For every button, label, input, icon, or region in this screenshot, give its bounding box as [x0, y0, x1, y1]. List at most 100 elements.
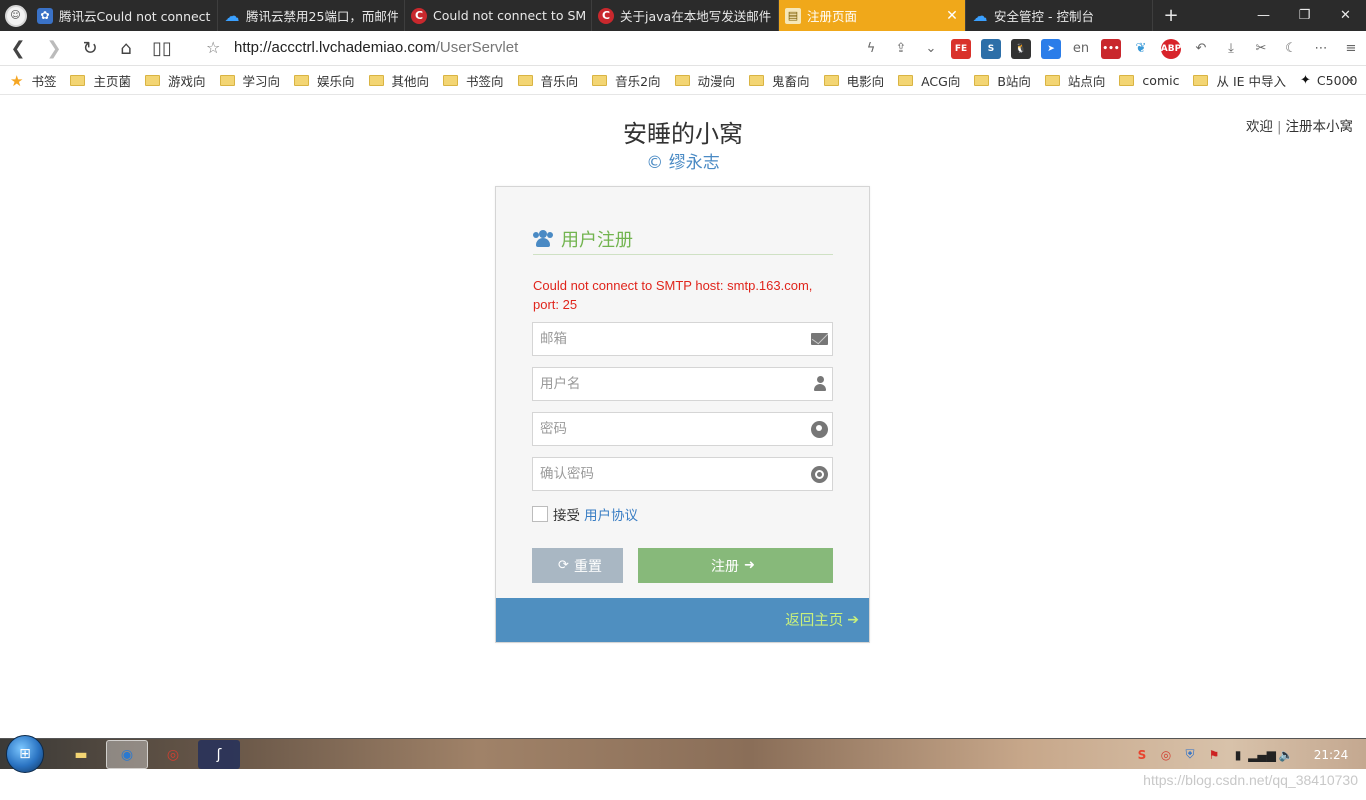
restore-icon[interactable]: ❐ — [1284, 0, 1325, 31]
reset-button[interactable]: ⟳ 重置 — [532, 548, 623, 583]
address-bar: ❮ ❯ ↻ ⌂ ▯▯ ☆ http://accctrl.lvchademiao.… — [0, 31, 1366, 66]
tab-2[interactable]: ☁ 腾讯云禁用25端口，而邮件 — [218, 0, 405, 31]
scissors-icon[interactable]: ✂ — [1246, 31, 1276, 66]
download-icon[interactable]: ⤓ — [1216, 31, 1246, 66]
agree-checkbox[interactable] — [532, 506, 548, 522]
tab-5-active[interactable]: ▤ 注册页面 ✕ — [779, 0, 966, 31]
url-host: http://accctrl.lvchademiao.com — [234, 39, 436, 56]
shield-icon[interactable]: ⛨ — [1178, 739, 1202, 770]
bookmark-folder[interactable]: 电影向 — [823, 71, 885, 90]
menu-icon[interactable]: ≡ — [1336, 31, 1366, 66]
bookmark-folder[interactable]: 其他向 — [368, 71, 429, 90]
close-window-icon[interactable]: ✕ — [1325, 0, 1366, 31]
tab-3[interactable]: C Could not connect to SM — [405, 0, 592, 31]
usb-icon[interactable]: ▮ — [1226, 739, 1250, 770]
more-icon[interactable]: ⋯ — [1306, 31, 1336, 66]
bookmarks-more-button[interactable]: » — [1346, 73, 1354, 88]
s-extension-icon[interactable]: S — [976, 31, 1006, 66]
lightning-icon[interactable]: ϟ — [856, 31, 886, 66]
forward-icon[interactable]: ❯ — [36, 31, 72, 66]
email-input[interactable] — [533, 323, 832, 355]
folder-icon — [144, 75, 160, 86]
blue-arrow-extension-icon[interactable]: ➤ — [1036, 31, 1066, 66]
folder-icon — [517, 75, 533, 86]
bookmark-folder[interactable]: 主页菌 — [70, 71, 131, 90]
bookmark-folder[interactable]: 从 IE 中导入 — [1193, 71, 1286, 90]
adblock-icon[interactable]: ABP — [1156, 31, 1186, 66]
chevron-down-icon[interactable]: ⌄ — [916, 31, 946, 66]
url-field[interactable]: http://accctrl.lvchademiao.com/UserServl… — [234, 39, 518, 56]
bookmark-folder[interactable]: B站向 — [974, 71, 1031, 90]
bookmark-folder[interactable]: 游戏向 — [144, 71, 206, 90]
bookmark-star[interactable]: ★ 书签 — [10, 71, 56, 90]
explorer-taskbar-icon[interactable]: ▬ — [60, 740, 102, 769]
username-input[interactable] — [533, 368, 832, 400]
minimize-icon[interactable]: — — [1243, 0, 1284, 31]
retype-icon — [811, 466, 828, 483]
bookmark-folder[interactable]: 音乐2向 — [592, 71, 661, 90]
new-tab-button[interactable]: + — [1153, 0, 1189, 31]
site-title: 安睡的小窝 — [623, 120, 743, 148]
refresh-icon[interactable]: ↻ — [72, 31, 108, 66]
confirm-password-input[interactable] — [533, 458, 832, 490]
welcome-link[interactable]: 欢迎 — [1246, 119, 1273, 135]
folder-icon — [443, 75, 459, 86]
back-home-label: 返回主页 — [785, 613, 844, 629]
back-home-link[interactable]: 返回主页 ➔ — [785, 609, 859, 630]
favorite-star-icon[interactable]: ☆ — [206, 38, 220, 57]
bookmark-folder[interactable]: 学习向 — [219, 71, 280, 90]
arrow-right-icon: ➜ — [744, 558, 755, 573]
back-icon[interactable]: ❮ — [0, 31, 36, 66]
flag-icon[interactable]: ⚑ — [1202, 739, 1226, 770]
chrome-taskbar-icon[interactable]: ◎ — [152, 740, 194, 769]
bookmark-folder[interactable]: 站点向 — [1044, 71, 1105, 90]
folder-icon — [1044, 75, 1060, 86]
network-icon[interactable]: ▂▄▆ — [1248, 739, 1276, 770]
bookmark-folder[interactable]: 音乐向 — [517, 71, 578, 90]
folder-icon — [70, 75, 86, 86]
tab-label: 注册页面 — [807, 9, 858, 24]
register-link[interactable]: 注册本小窝 — [1286, 119, 1354, 135]
bookmark-folder[interactable]: ACG向 — [898, 71, 960, 90]
tab-label: 腾讯云禁用25端口，而邮件 — [246, 9, 398, 24]
folder-icon — [898, 75, 914, 86]
user-agreement-link[interactable]: 用户协议 — [584, 504, 638, 524]
bookmark-folder[interactable]: comic — [1119, 73, 1179, 88]
bookmark-label: 音乐2向 — [615, 74, 661, 89]
bookmark-folder[interactable]: 娱乐向 — [294, 71, 355, 90]
home-icon[interactable]: ⌂ — [108, 31, 144, 66]
bookmark-folder[interactable]: 鬼畜向 — [749, 71, 810, 90]
bookmark-folder[interactable]: 动漫向 — [674, 71, 735, 90]
register-button[interactable]: 注册 ➜ — [638, 548, 833, 583]
register-panel: 用户注册 Could not connect to SMTP host: smt… — [495, 186, 870, 643]
night-mode-icon[interactable]: ☾ — [1276, 31, 1306, 66]
url-path: /UserServlet — [435, 39, 519, 56]
browser-tab-bar: ☺ ✿ 腾讯云Could not connect ☁ 腾讯云禁用25端口，而邮件… — [0, 0, 1366, 31]
leaf-icon[interactable]: ❦ — [1126, 31, 1156, 66]
sogou-ime-icon[interactable]: S — [1130, 739, 1154, 770]
bookmarks-bar: ★ 书签 主页菌 游戏向 学习向 娱乐向 其他向 书签向 音乐向 音乐2向 动漫向… — [0, 67, 1366, 95]
tab-6[interactable]: ☁ 安全管控 - 控制台 — [966, 0, 1153, 31]
share-icon[interactable]: ⇪ — [886, 31, 916, 66]
chrome-tray-icon[interactable]: ◎ — [1154, 739, 1178, 770]
tab-1[interactable]: ✿ 腾讯云Could not connect — [31, 0, 218, 31]
red-extension-icon[interactable]: ••• — [1096, 31, 1126, 66]
bookmark-label: B站向 — [997, 74, 1031, 89]
register-button-label: 注册 — [711, 558, 740, 575]
browser-taskbar-icon[interactable]: ◉ — [106, 740, 148, 769]
volume-icon[interactable]: 🔈 — [1274, 739, 1298, 770]
clock[interactable]: 21:24 — [1302, 748, 1360, 762]
browser-logo-icon[interactable]: ☺ — [0, 0, 31, 31]
reading-view-icon[interactable]: ▯▯ — [144, 31, 180, 66]
close-tab-icon[interactable]: ✕ — [945, 8, 959, 24]
bookmark-folder[interactable]: 书签向 — [443, 71, 504, 90]
fe-extension-icon[interactable]: FE — [946, 31, 976, 66]
tab-4[interactable]: C 关于java在本地写发送邮件 — [592, 0, 779, 31]
password-input[interactable] — [533, 413, 832, 445]
eclipse-taskbar-icon[interactable]: ʃ — [198, 740, 240, 769]
start-button[interactable]: ⊞ — [6, 735, 44, 773]
penguin-extension-icon[interactable]: 🐧 — [1006, 31, 1036, 66]
undo-icon[interactable]: ↶ — [1186, 31, 1216, 66]
bookmark-label: 电影向 — [846, 74, 885, 89]
translate-icon[interactable]: en — [1066, 31, 1096, 66]
